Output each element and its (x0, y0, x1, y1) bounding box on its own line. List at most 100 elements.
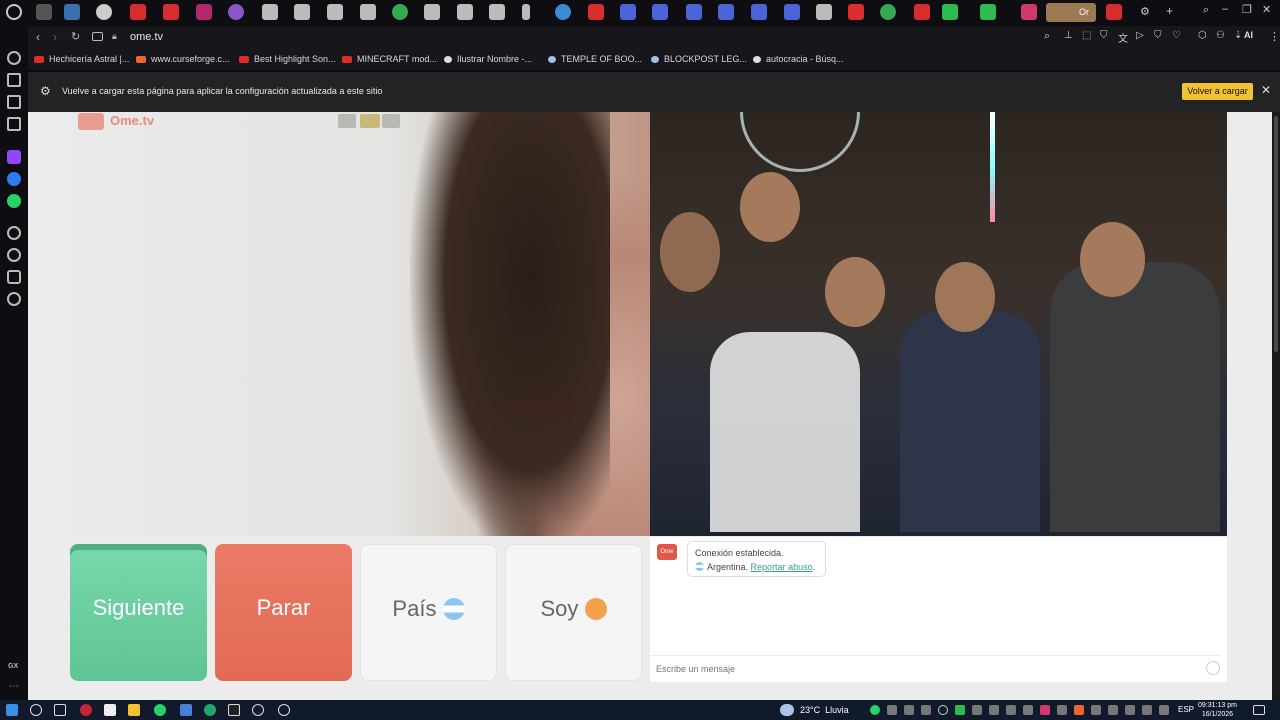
translate-icon[interactable]: 文 (1118, 30, 1128, 45)
task-view-icon[interactable] (54, 704, 66, 716)
stop-button[interactable]: Parar (215, 544, 352, 681)
youtube-tab-icon[interactable] (163, 4, 179, 20)
tray-icon[interactable] (989, 705, 999, 715)
twitch-icon[interactable] (7, 150, 21, 164)
clock[interactable]: 09:31:13 pm 16/1/2026 (1198, 701, 1237, 719)
kick-tab-icon[interactable] (980, 4, 996, 20)
music-icon[interactable] (7, 117, 21, 131)
youtube-tab-icon[interactable] (1106, 4, 1122, 20)
play-icon[interactable]: ▷ (1136, 30, 1144, 41)
maximize-icon[interactable]: ❐ (1242, 3, 1252, 16)
bookmark-item[interactable]: MINECRAFT mod... (342, 54, 437, 64)
language-indicator[interactable]: ESP (1178, 705, 1194, 714)
whatsapp-taskbar-icon[interactable] (154, 704, 166, 716)
notifications-icon[interactable] (1253, 705, 1265, 715)
tiktok-icon[interactable] (228, 704, 240, 716)
tab-icon[interactable] (555, 4, 571, 20)
whatsapp-icon[interactable] (7, 194, 21, 208)
tab-settings-icon[interactable]: ⚙ (1140, 5, 1150, 18)
country-button[interactable]: País (360, 544, 497, 681)
gx-corner-icon[interactable] (7, 95, 21, 109)
emoji-icon[interactable] (1206, 661, 1220, 675)
tab-icon[interactable] (489, 4, 505, 20)
url-field[interactable]: ome.tv (130, 31, 163, 43)
tray-icon[interactable] (1006, 705, 1016, 715)
aria-ai-label[interactable]: AI (1244, 30, 1253, 40)
tray-icon[interactable] (1040, 705, 1050, 715)
tray-icon[interactable] (1159, 705, 1169, 715)
camera-switch-icon[interactable] (382, 114, 400, 128)
bookmark-item[interactable]: BLOCKPOST LEG... (651, 54, 747, 64)
google-tab-icon[interactable] (880, 4, 896, 20)
tab-icon[interactable] (64, 4, 80, 20)
tray-icon[interactable] (887, 705, 897, 715)
tab-icon[interactable] (686, 4, 702, 20)
opera-gx-taskbar-icon[interactable] (80, 704, 92, 716)
tray-icon[interactable] (1091, 705, 1101, 715)
tray-icon[interactable] (1074, 705, 1084, 715)
bookmark-item[interactable]: Hechicería Astral |... (34, 54, 129, 64)
app-icon[interactable] (252, 704, 264, 716)
tab-icon[interactable] (784, 4, 800, 20)
back-icon[interactable]: ‹ (36, 30, 40, 44)
youtube-tab-icon[interactable] (848, 4, 864, 20)
pin-icon[interactable]: ⊥ (1064, 30, 1073, 41)
tab-icon[interactable] (96, 4, 112, 20)
account-icon[interactable]: ⚇ (1216, 30, 1225, 41)
edge-icon[interactable] (204, 704, 216, 716)
youtube-tab-icon[interactable] (914, 4, 930, 20)
gender-button[interactable]: Soy (505, 544, 642, 681)
tray-icon[interactable] (921, 705, 931, 715)
search-icon[interactable] (30, 704, 42, 716)
favorite-icon[interactable]: ♡ (1172, 30, 1181, 41)
tab-icon[interactable] (36, 4, 52, 20)
reload-icon[interactable]: ↻ (71, 30, 80, 43)
speed-dial-icon[interactable] (7, 51, 21, 65)
file-explorer-icon[interactable] (128, 704, 140, 716)
fullscreen-icon[interactable] (338, 114, 356, 128)
tab-icon[interactable] (652, 4, 668, 20)
history-icon[interactable] (7, 248, 21, 262)
tab-icon[interactable] (816, 4, 832, 20)
search-tabs-icon[interactable]: ⌕ (1203, 4, 1209, 17)
extensions-bar-icon[interactable]: ⬡ (1198, 30, 1207, 41)
menu-icon[interactable]: ⋮ (1269, 30, 1280, 43)
scrollbar-thumb[interactable] (1274, 116, 1278, 352)
message-input[interactable] (650, 655, 1220, 681)
tab-icon[interactable] (751, 4, 767, 20)
tray-icon[interactable] (1023, 705, 1033, 715)
active-tab[interactable]: Or (1046, 3, 1096, 22)
tab-icon[interactable] (228, 4, 244, 20)
shield-icon[interactable]: ⛉ (1100, 30, 1108, 41)
tray-icon[interactable] (1108, 705, 1118, 715)
opera-gx-logo-icon[interactable] (6, 4, 22, 20)
bookmark-item[interactable]: Best Highlight Son... (239, 54, 336, 64)
windows-start-icon[interactable] (6, 704, 18, 716)
snapshot-icon[interactable]: ⬚ (1082, 30, 1091, 41)
lock-icon[interactable]: 🔒︎ (112, 31, 117, 42)
news-icon[interactable] (7, 73, 21, 87)
bookmark-icon[interactable]: ⛉ (1154, 30, 1162, 41)
tab-icon[interactable] (327, 4, 343, 20)
tab-icon[interactable] (424, 4, 440, 20)
extensions-icon[interactable] (7, 270, 21, 284)
filter-icon[interactable] (360, 114, 380, 128)
close-icon[interactable]: ✕ (1261, 83, 1271, 97)
youtube-tab-icon[interactable] (588, 4, 604, 20)
tray-icon[interactable] (1057, 705, 1067, 715)
kick-tab-icon[interactable] (942, 4, 958, 20)
forward-icon[interactable]: › (53, 30, 57, 44)
tab-icon[interactable] (262, 4, 278, 20)
reload-button[interactable]: Volver a cargar (1182, 83, 1253, 100)
next-button[interactable]: Siguiente (70, 544, 207, 681)
minimize-icon[interactable]: – (1222, 3, 1228, 15)
tray-icon[interactable] (904, 705, 914, 715)
scrollbar[interactable] (1272, 112, 1280, 700)
more-icon[interactable]: ⋯ (9, 681, 19, 692)
bookmark-item[interactable]: TEMPLE OF BOO... (548, 54, 642, 64)
google-tab-icon[interactable] (392, 4, 408, 20)
report-abuse-link[interactable]: Reportar abuso (751, 562, 813, 572)
tab-icon[interactable] (196, 4, 212, 20)
tray-icon[interactable] (1142, 705, 1152, 715)
app-icon[interactable] (180, 704, 192, 716)
